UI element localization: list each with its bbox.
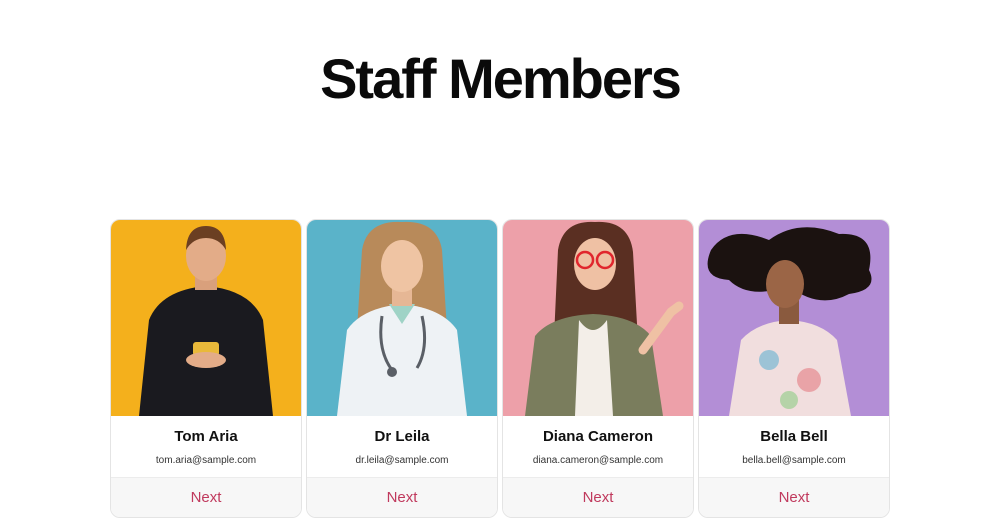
staff-email: dr.leila@sample.com bbox=[355, 455, 449, 466]
person-photo-icon bbox=[699, 220, 889, 416]
staff-photo bbox=[111, 220, 301, 416]
staff-name: Diana Cameron bbox=[542, 428, 654, 445]
staff-name: Tom Aria bbox=[174, 428, 238, 445]
staff-card: Diana Cameron diana.cameron@sample.com N… bbox=[502, 219, 694, 518]
next-button[interactable]: Next bbox=[699, 478, 889, 517]
staff-photo bbox=[307, 220, 497, 416]
staff-name: Dr Leila bbox=[374, 428, 430, 445]
staff-info: Dr Leila dr.leila@sample.com bbox=[307, 416, 497, 478]
staff-info: Bella Bell bella.bell@sample.com bbox=[699, 416, 889, 478]
person-photo-icon bbox=[111, 220, 301, 416]
person-photo-icon bbox=[503, 220, 693, 416]
next-button[interactable]: Next bbox=[111, 478, 301, 517]
staff-page: Staff Members Tom Aria tom.aria@sample.c… bbox=[0, 0, 1000, 529]
next-button[interactable]: Next bbox=[307, 478, 497, 517]
next-button[interactable]: Next bbox=[503, 478, 693, 517]
staff-photo bbox=[699, 220, 889, 416]
staff-info: Diana Cameron diana.cameron@sample.com bbox=[503, 416, 693, 478]
page-title: Staff Members bbox=[320, 47, 682, 110]
staff-card-list: Tom Aria tom.aria@sample.com Next Dr Lei… bbox=[110, 219, 890, 518]
staff-info: Tom Aria tom.aria@sample.com bbox=[111, 416, 301, 478]
staff-email: bella.bell@sample.com bbox=[742, 455, 846, 466]
staff-email: tom.aria@sample.com bbox=[155, 455, 257, 466]
person-photo-icon bbox=[307, 220, 497, 416]
staff-card: Dr Leila dr.leila@sample.com Next bbox=[306, 219, 498, 518]
staff-card: Bella Bell bella.bell@sample.com Next bbox=[698, 219, 890, 518]
staff-name: Bella Bell bbox=[760, 428, 828, 445]
staff-card: Tom Aria tom.aria@sample.com Next bbox=[110, 219, 302, 518]
staff-photo bbox=[503, 220, 693, 416]
staff-email: diana.cameron@sample.com bbox=[532, 455, 664, 466]
